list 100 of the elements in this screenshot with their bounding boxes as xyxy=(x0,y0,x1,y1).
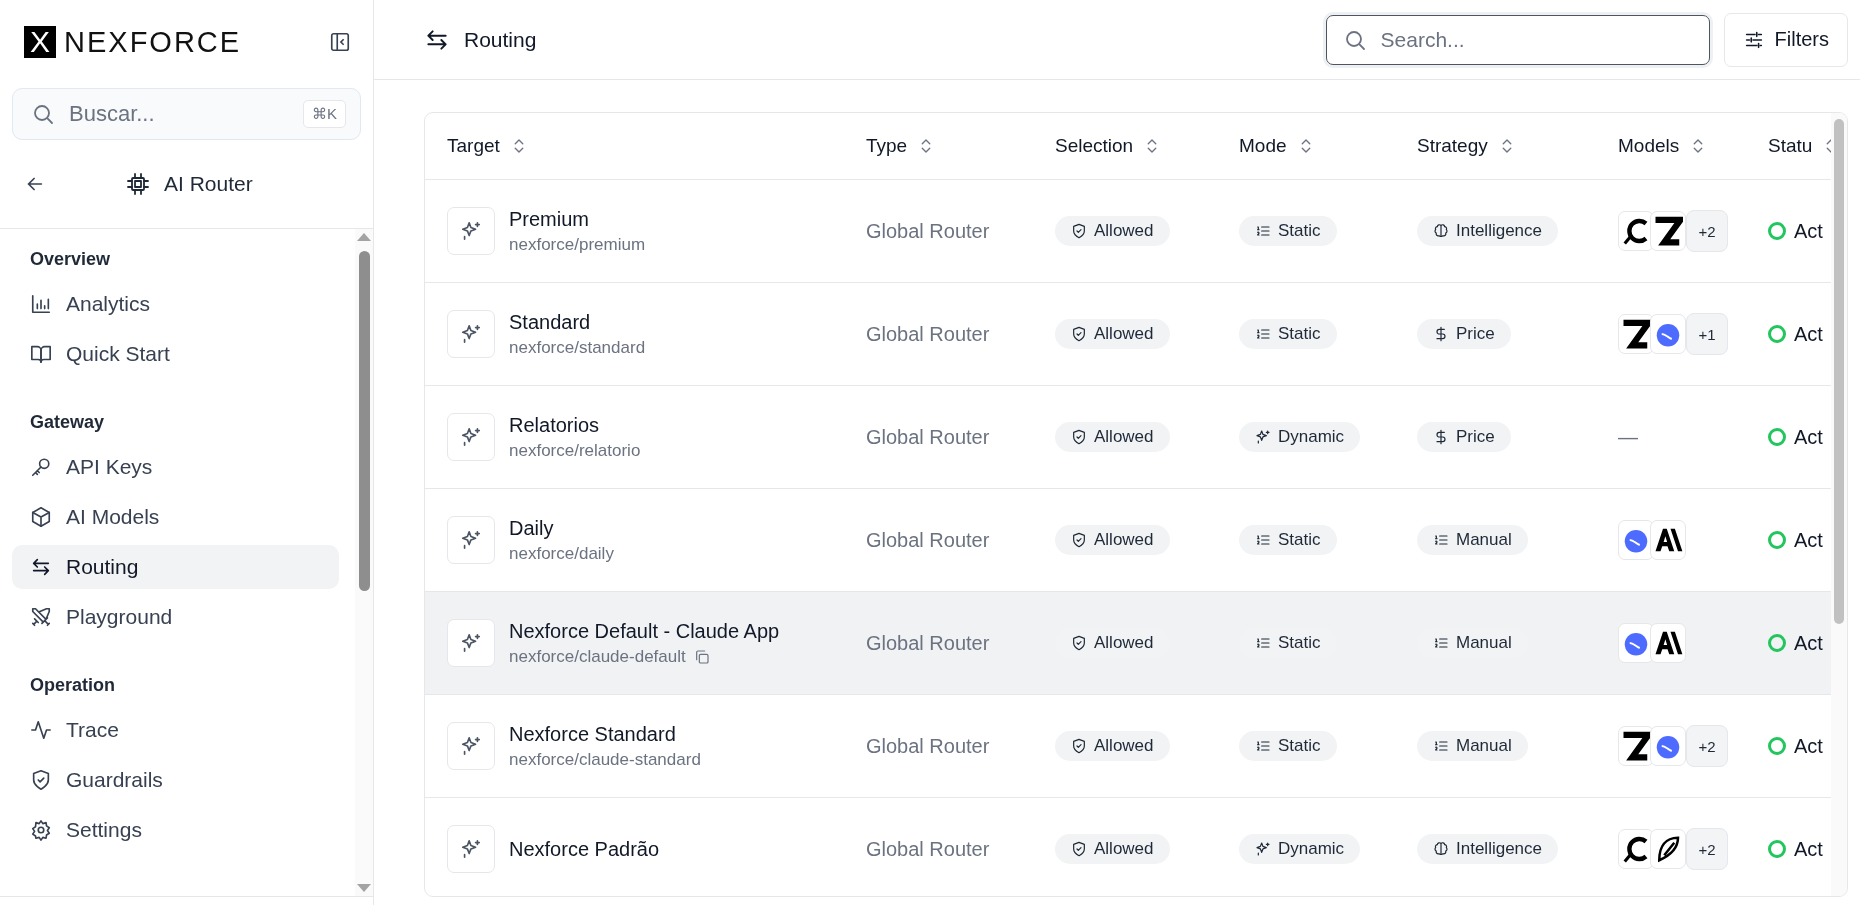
status-text: Act xyxy=(1794,837,1823,861)
sparkles-icon xyxy=(447,207,495,255)
numbered-list-icon xyxy=(1255,532,1271,548)
chip-icon xyxy=(126,172,150,196)
column-header[interactable]: Mode xyxy=(1239,135,1417,157)
router-type: Global Router xyxy=(866,734,990,758)
sparkles-icon xyxy=(447,825,495,873)
scrollbar[interactable] xyxy=(1831,113,1847,896)
z-logo-icon xyxy=(1621,731,1651,761)
table-row[interactable]: Standard nexforce/standard Global Router Allowed Static Price +1 Act xyxy=(425,283,1831,386)
nav-item[interactable]: Routing xyxy=(12,545,339,589)
table-row[interactable]: Premium nexforce/premium Global Router Allowed Static Intelligence +2 Act xyxy=(425,180,1831,283)
router-name[interactable]: Nexforce Default - Claude App xyxy=(509,619,780,642)
sparkles-icon xyxy=(447,310,495,358)
numbered-list-icon xyxy=(1433,532,1449,548)
table-row[interactable]: Nexforce Default - Claude App nexforce/claude-default Global Router Allowed Static Manual Act xyxy=(425,592,1831,695)
numbered-list-icon xyxy=(1255,223,1271,239)
sparkles-icon xyxy=(447,413,495,461)
bar-chart-icon xyxy=(30,293,52,315)
brand-name: NEXFORCE xyxy=(64,25,242,59)
table-row[interactable]: Nexforce Standard nexforce/claude-standard Global Router Allowed Static Manual +2 Act xyxy=(425,695,1831,798)
copy-icon xyxy=(693,648,710,665)
status-text: Act xyxy=(1794,425,1823,449)
pulse-icon xyxy=(30,719,52,741)
scrollbar[interactable] xyxy=(355,229,373,896)
nav-item[interactable]: Analytics xyxy=(12,282,339,326)
router-name[interactable]: Premium xyxy=(509,207,589,230)
tag: Allowed xyxy=(1055,216,1170,246)
column-header[interactable]: Target xyxy=(447,135,866,157)
nav-item[interactable]: Quick Start xyxy=(12,332,339,376)
tag: Static xyxy=(1239,525,1337,555)
nav-item[interactable]: Guardrails xyxy=(12,758,339,802)
dollar-icon xyxy=(1433,429,1449,445)
router-name[interactable]: Daily xyxy=(509,516,554,539)
shield-icon xyxy=(1071,635,1087,651)
filters-button[interactable]: Filters xyxy=(1723,12,1848,67)
key-icon xyxy=(30,456,52,478)
router-type: Global Router xyxy=(866,837,990,861)
tag: Allowed xyxy=(1055,319,1170,349)
nav-item[interactable]: AI Models xyxy=(12,495,339,539)
column-header[interactable]: Type xyxy=(866,135,1055,157)
router-type: Global Router xyxy=(866,528,990,552)
router-slug: nexforce/claude-standard xyxy=(509,749,701,770)
section-heading: Operation xyxy=(29,674,116,697)
sparkles-icon xyxy=(447,619,495,667)
brain-icon xyxy=(1433,223,1449,239)
column-header[interactable]: Models xyxy=(1618,135,1768,157)
tag: Allowed xyxy=(1055,422,1170,452)
tag: Intelligence xyxy=(1417,216,1558,246)
nav-item[interactable]: Settings xyxy=(12,808,339,852)
section-heading: Gateway xyxy=(29,411,106,434)
router-type: Global Router xyxy=(866,322,990,346)
tag: Static xyxy=(1239,216,1337,246)
router-type: Global Router xyxy=(866,219,990,243)
tag: Static xyxy=(1239,319,1337,349)
swords-icon xyxy=(30,606,52,628)
tag: Allowed xyxy=(1055,731,1170,761)
shield-icon xyxy=(1071,429,1087,445)
router-slug: nexforce/claude-default xyxy=(509,646,686,667)
table-row[interactable]: Daily nexforce/daily Global Router Allowed Static Manual Act xyxy=(425,489,1831,592)
numbered-list-icon xyxy=(1255,738,1271,754)
empty-value: — xyxy=(1618,425,1638,449)
router-type: Global Router xyxy=(866,631,990,655)
search-field[interactable]: Buscar... ⌘K xyxy=(12,88,361,140)
router-type: Global Router xyxy=(866,425,990,449)
tag: Intelligence xyxy=(1417,834,1558,864)
search-field[interactable]: Search... xyxy=(1325,14,1710,65)
column-header[interactable]: Selection xyxy=(1055,135,1239,157)
z-logo-icon xyxy=(1653,216,1683,246)
table-row[interactable]: Nexforce Padrão Global Router Allowed Dynamic Intelligence +2 Act xyxy=(425,798,1831,896)
count-badge: +2 xyxy=(1686,210,1728,252)
numbered-list-icon xyxy=(1433,738,1449,754)
tag: Static xyxy=(1239,731,1337,761)
sidebar-toggle-icon[interactable] xyxy=(329,31,351,53)
tag: Price xyxy=(1417,319,1511,349)
page-title: Routing xyxy=(464,27,537,52)
router-name[interactable]: Relatorios xyxy=(509,413,600,436)
sparkles-icon xyxy=(447,516,495,564)
sparkles-icon xyxy=(1255,841,1271,857)
shield-icon xyxy=(1071,841,1087,857)
shield-icon xyxy=(1071,326,1087,342)
router-slug: nexforce/relatorio xyxy=(509,440,641,461)
shield-icon xyxy=(1071,223,1087,239)
nav-item[interactable]: Playground xyxy=(12,595,339,639)
shield-icon xyxy=(30,769,52,791)
router-name[interactable]: Nexforce Standard xyxy=(509,722,676,745)
router-slug: nexforce/standard xyxy=(509,337,646,358)
context-title: AI Router xyxy=(164,172,253,196)
nav-item[interactable]: Trace xyxy=(12,708,339,752)
shield-icon xyxy=(1071,738,1087,754)
status-text: Act xyxy=(1794,219,1823,243)
router-name[interactable]: Nexforce Padrão xyxy=(509,837,660,860)
table-row[interactable]: Relatorios nexforce/relatorio Global Router Allowed Dynamic Price — Act xyxy=(425,386,1831,489)
status-text: Act xyxy=(1794,528,1823,552)
nav-item[interactable]: API Keys xyxy=(12,445,339,489)
router-name[interactable]: Standard xyxy=(509,310,591,333)
tag: Dynamic xyxy=(1239,834,1361,864)
router-slug: nexforce/daily xyxy=(509,543,614,564)
column-header[interactable]: Strategy xyxy=(1417,135,1618,157)
brain-icon xyxy=(1433,841,1449,857)
